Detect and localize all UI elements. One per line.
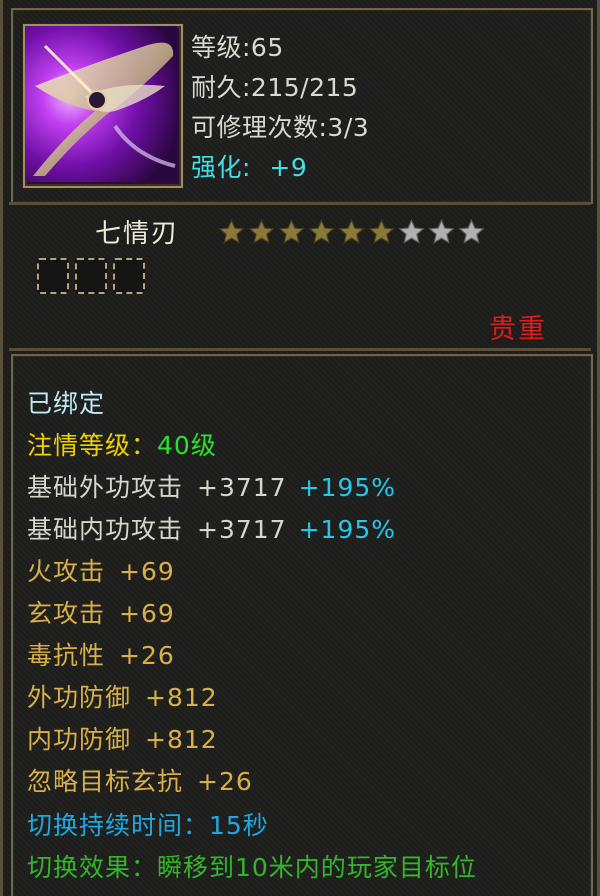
star-filled-icon [367, 218, 396, 246]
stat-label: 基础外功攻击 [27, 473, 184, 502]
stat-label: 基础内功攻击 [27, 515, 184, 544]
enhance-value: +9 [269, 153, 308, 182]
item-name: 七情刃 [95, 219, 180, 249]
star-empty-icon [397, 218, 426, 246]
repair-count-text: 可修理次数:3/3 [191, 113, 370, 142]
star-filled-icon [337, 218, 366, 246]
rarity-label: 贵重 [489, 314, 547, 345]
base-external-attack: 基础外功攻击 +3717 +195% [27, 468, 396, 504]
fire-attack: 火攻击 +69 [27, 552, 175, 588]
empty-socket [113, 258, 145, 294]
level-text: 等级:65 [191, 33, 284, 62]
stat-value: +26 [197, 767, 253, 796]
emotion-level-value: 40级 [157, 431, 217, 460]
stat-label: 玄攻击 [27, 599, 106, 628]
ignore-mystic-resistance: 忽略目标玄抗 +26 [27, 762, 253, 798]
weapon-blade-icon [23, 24, 183, 188]
emotion-level: 注情等级：40级 [27, 426, 217, 462]
star-filled-icon [277, 218, 306, 246]
star-empty-icon [427, 218, 456, 246]
stat-label: 内功防御 [27, 725, 132, 754]
stat-label: 忽略目标玄抗 [27, 767, 184, 796]
stat-percent: +195% [298, 515, 397, 544]
attributes-panel: 已绑定 注情等级：40级 基础外功攻击 +3717 +195% 基础内功攻击 +371… [11, 354, 593, 896]
divider [9, 348, 591, 351]
base-internal-attack: 基础内功攻击 +3717 +195% [27, 510, 396, 546]
stat-label: 火攻击 [27, 557, 106, 586]
stat-value: +26 [119, 641, 175, 670]
durability-text: 耐久:215/215 [191, 73, 359, 102]
bound-status: 已绑定 [27, 389, 106, 418]
stat-label: 外功防御 [27, 683, 132, 712]
emotion-level-label: 注情等级： [27, 431, 158, 460]
socket-slots [37, 258, 145, 294]
poison-resistance: 毒抗性 +26 [27, 636, 175, 672]
stat-value: +812 [145, 683, 218, 712]
enhance-text: 强化: +9 [191, 148, 307, 184]
external-defense: 外功防御 +812 [27, 678, 218, 714]
star-filled-icon [247, 218, 276, 246]
empty-socket [37, 258, 69, 294]
tooltip-frame: 等级:65 耐久:215/215 可修理次数:3/3 强化: +9 七情刃 贵重… [0, 0, 600, 896]
star-rating [217, 218, 486, 246]
stat-label: 毒抗性 [27, 641, 106, 670]
internal-defense: 内功防御 +812 [27, 720, 218, 756]
mystic-attack: 玄攻击 +69 [27, 594, 175, 630]
stat-value: +3717 [197, 515, 287, 544]
switch-duration: 切换持续时间：15秒 [27, 811, 269, 840]
star-filled-icon [307, 218, 336, 246]
star-filled-icon [217, 218, 246, 246]
empty-socket [75, 258, 107, 294]
item-header-panel: 等级:65 耐久:215/215 可修理次数:3/3 强化: +9 [11, 8, 593, 204]
divider [9, 202, 591, 205]
stat-value: +812 [145, 725, 218, 754]
switch-effect: 切换效果：瞬移到10米内的玩家目标位 [27, 853, 477, 882]
star-empty-icon [457, 218, 486, 246]
stat-percent: +195% [298, 473, 397, 502]
enhance-label: 强化: [191, 153, 251, 182]
stat-value: +3717 [197, 473, 287, 502]
stat-value: +69 [119, 557, 175, 586]
stat-value: +69 [119, 599, 175, 628]
